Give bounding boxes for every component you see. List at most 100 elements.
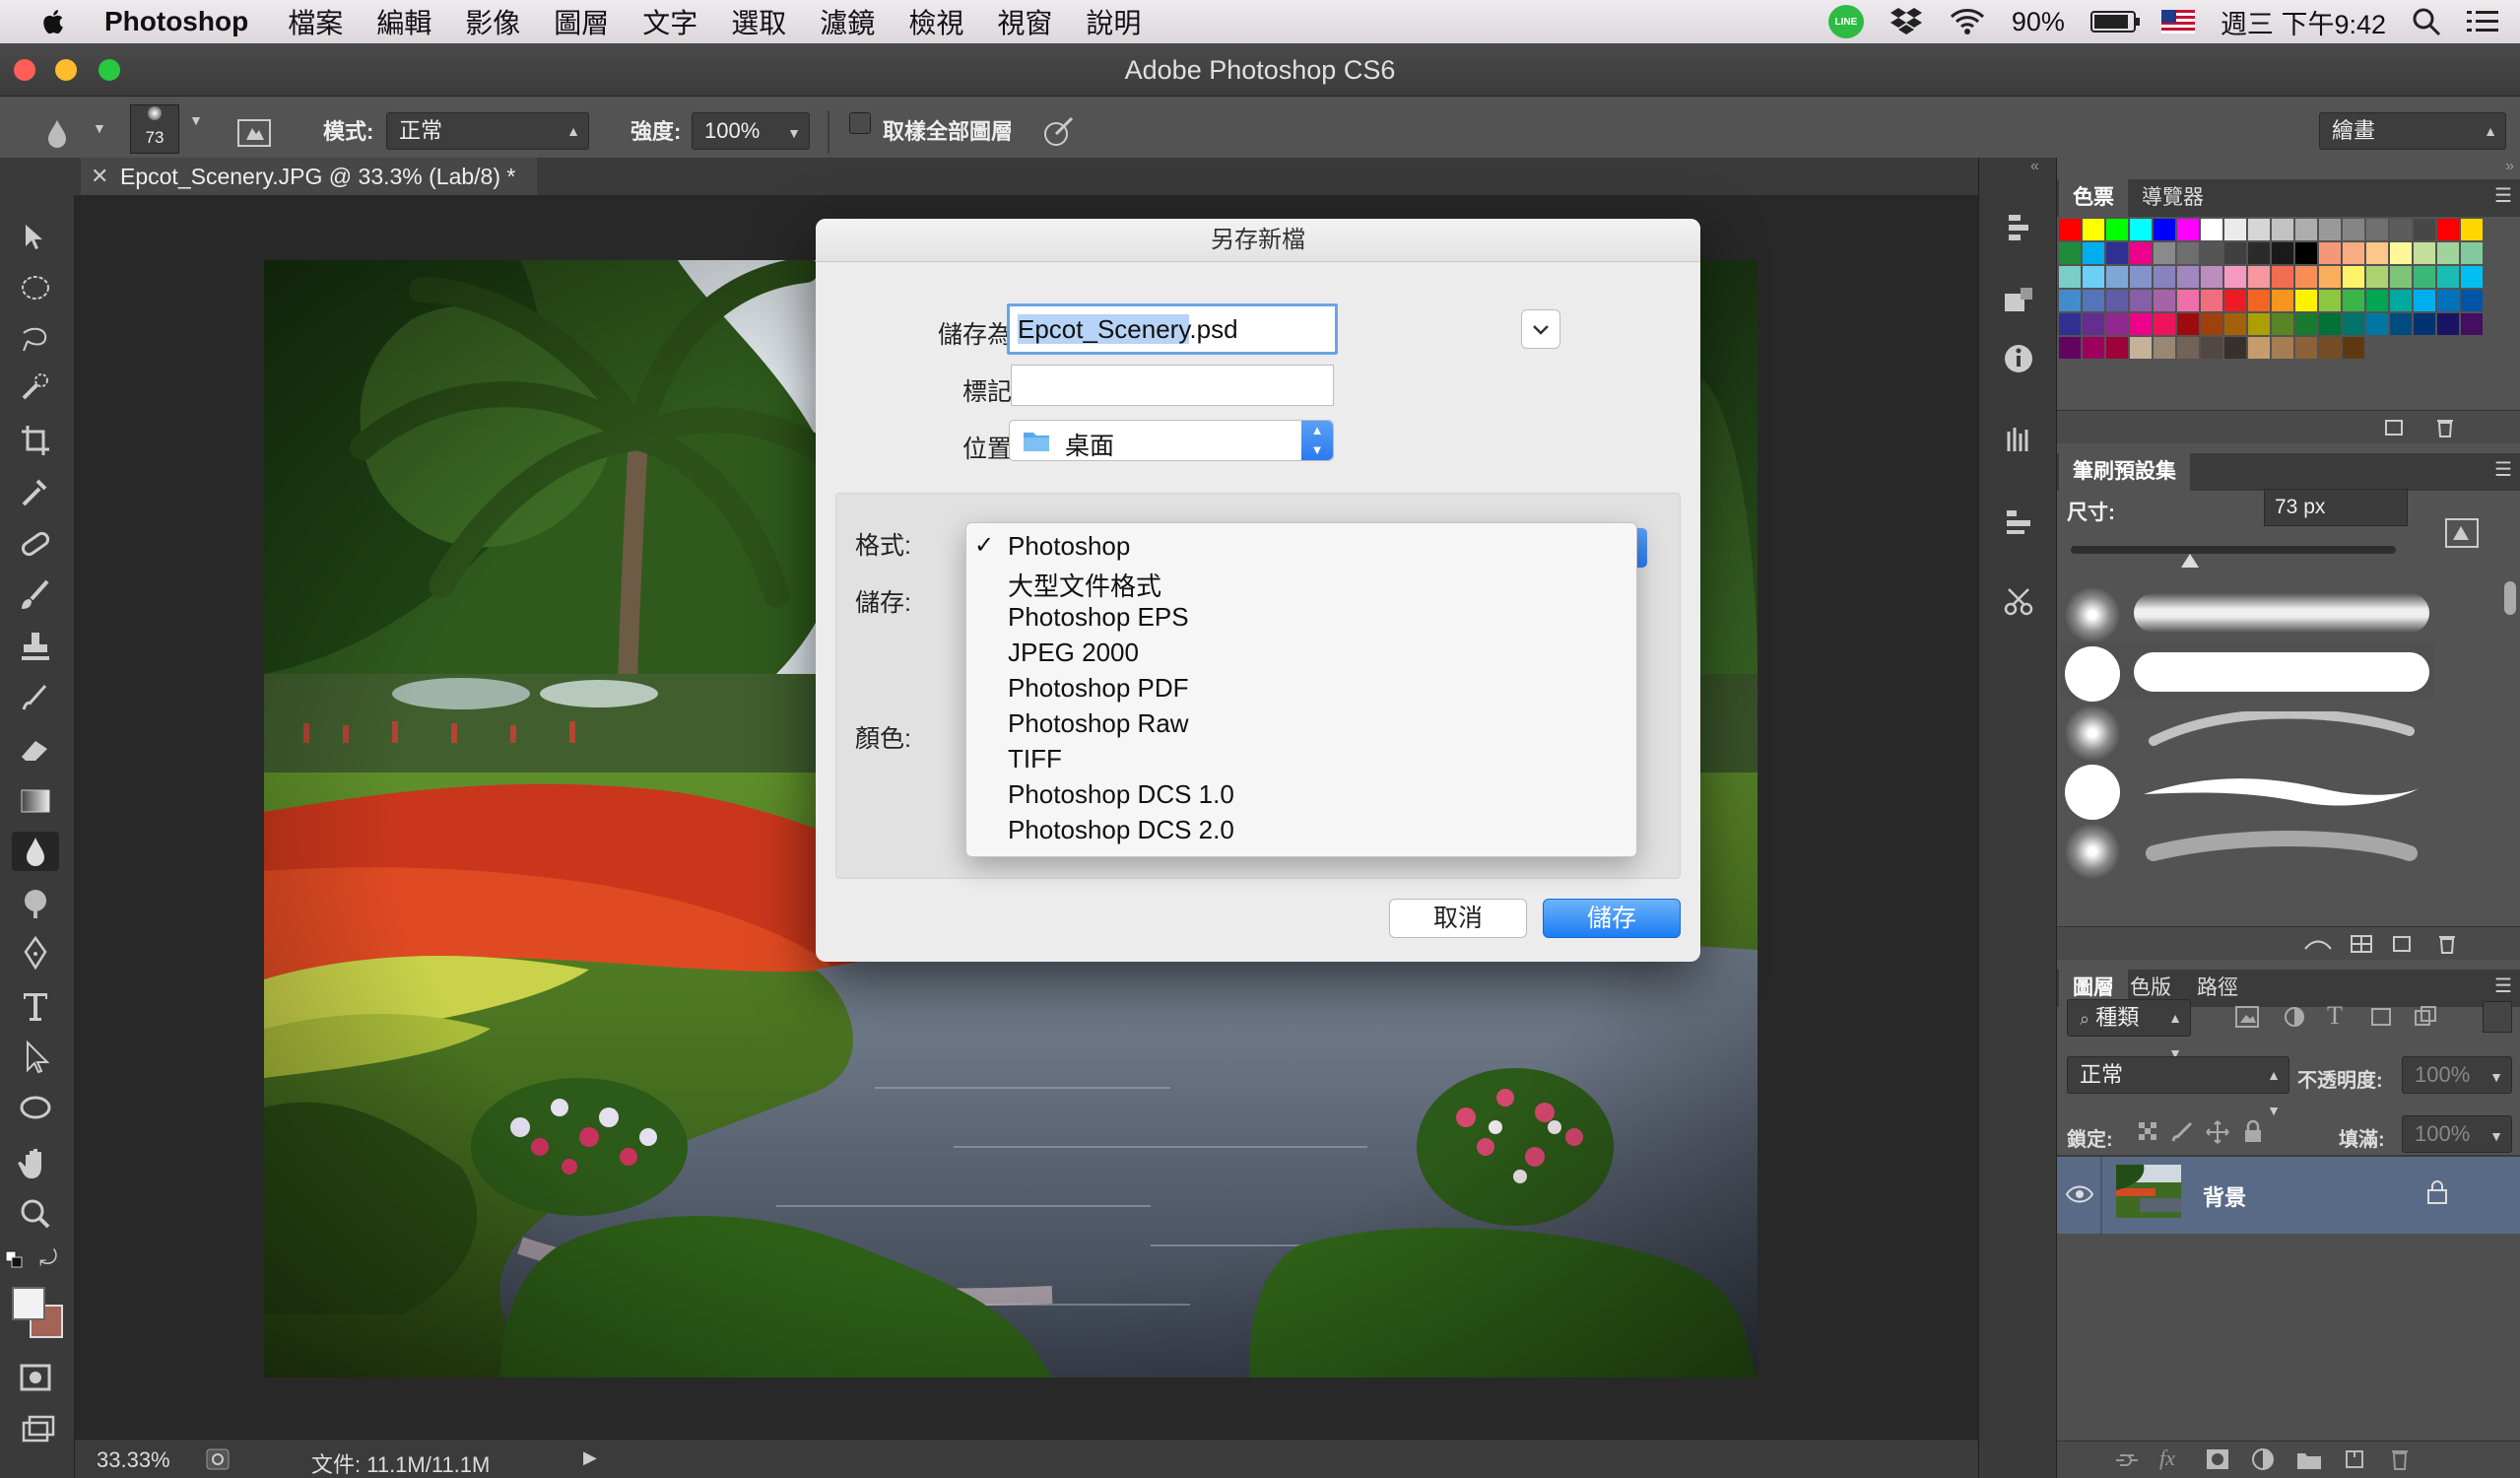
crop-tool-icon[interactable]	[12, 420, 59, 459]
color-swatch[interactable]	[2319, 290, 2341, 311]
flag-icon[interactable]	[2160, 10, 2195, 34]
tab-brush-presets[interactable]: 筆刷預設集	[2059, 453, 2190, 491]
tool-preset-dropdown-icon[interactable]: ▼	[93, 120, 106, 136]
history-brush-tool-icon[interactable]	[12, 678, 59, 717]
color-swatch[interactable]	[2201, 242, 2222, 264]
quick-mask-icon[interactable]	[12, 1358, 59, 1397]
color-swatch[interactable]	[2366, 290, 2388, 311]
adjustment-layer-icon[interactable]	[2250, 1447, 2276, 1471]
status-info-icon[interactable]	[205, 1447, 231, 1471]
blend-mode-select[interactable]: 正常 ▲ ▼	[2067, 1056, 2289, 1118]
location-select[interactable]: 桌面 ▲ ▼	[1009, 420, 1334, 461]
link-layers-icon[interactable]	[2112, 1449, 2142, 1471]
color-swatch[interactable]	[2366, 313, 2388, 335]
color-swatch[interactable]	[2177, 290, 2199, 311]
brush-panel-icon[interactable]	[2001, 422, 2036, 457]
format-option-large-document[interactable]: 大型文件格式	[1008, 567, 1161, 603]
brush-tool-icon[interactable]	[12, 575, 59, 615]
properties-panel-icon[interactable]	[2001, 284, 2036, 319]
workspace-select[interactable]: 繪畫 ▲▼	[2319, 112, 2506, 174]
color-swatch[interactable]	[2224, 290, 2246, 311]
layer-style-fx-icon[interactable]: fx	[2159, 1445, 2175, 1471]
color-swatch[interactable]	[2154, 242, 2175, 264]
menu-image[interactable]: 影像	[465, 2, 520, 41]
format-option-raw[interactable]: Photoshop Raw	[1008, 708, 1189, 739]
strength-input[interactable]: 100% ▼	[692, 112, 810, 150]
color-swatch[interactable]	[2461, 313, 2483, 335]
color-swatch[interactable]	[2154, 290, 2175, 311]
layer-name[interactable]: 背景	[2203, 1180, 2246, 1212]
delete-layer-icon[interactable]	[2388, 1447, 2412, 1471]
clock[interactable]: 週三 下午9:42	[2221, 3, 2386, 41]
color-swatch[interactable]	[2059, 219, 2081, 240]
color-swatch[interactable]	[2083, 266, 2104, 288]
format-option-photoshop[interactable]: Photoshop	[1008, 531, 1130, 562]
color-swatch[interactable]	[2177, 242, 2199, 264]
brush-preset-item[interactable]	[2061, 702, 2435, 761]
color-swatch[interactable]	[2295, 313, 2317, 335]
new-swatch-icon[interactable]	[2382, 417, 2406, 438]
menu-window[interactable]: 視窗	[997, 2, 1052, 41]
color-swatch[interactable]	[2248, 290, 2270, 311]
color-swatch[interactable]	[2319, 242, 2341, 264]
color-swatch[interactable]	[2319, 313, 2341, 335]
color-swatch[interactable]	[2414, 266, 2435, 288]
menu-select[interactable]: 選取	[731, 2, 786, 41]
color-swatch[interactable]	[2437, 242, 2459, 264]
color-swatch[interactable]	[2390, 290, 2412, 311]
eye-icon[interactable]	[2065, 1180, 2094, 1208]
color-swatch[interactable]	[2272, 290, 2293, 311]
color-swatch[interactable]	[2414, 313, 2435, 335]
brush-preset-item[interactable]	[2061, 583, 2435, 642]
color-swatch[interactable]	[2177, 266, 2199, 288]
color-swatch[interactable]	[2059, 337, 2081, 359]
new-layer-icon[interactable]	[2343, 1447, 2366, 1471]
brush-preset-item[interactable]	[2061, 761, 2435, 820]
color-swatch[interactable]	[2437, 313, 2459, 335]
smart-object-filter-icon[interactable]	[2410, 1003, 2439, 1031]
color-swatch[interactable]	[2461, 266, 2483, 288]
color-swatch[interactable]	[2437, 266, 2459, 288]
delete-swatch-icon[interactable]	[2433, 417, 2457, 438]
lock-position-icon[interactable]	[2205, 1119, 2230, 1145]
color-swatch[interactable]	[2295, 242, 2317, 264]
color-swatch[interactable]	[2224, 337, 2246, 359]
color-swatch[interactable]	[2083, 290, 2104, 311]
color-swatch[interactable]	[2390, 219, 2412, 240]
color-swatch[interactable]	[2272, 313, 2293, 335]
color-swatch[interactable]	[2059, 290, 2081, 311]
default-colors-icon[interactable]	[4, 1249, 30, 1273]
color-swatch[interactable]	[2201, 313, 2222, 335]
lock-transparent-icon[interactable]	[2136, 1119, 2161, 1145]
path-selection-tool-icon[interactable]	[12, 1037, 59, 1076]
color-swatch[interactable]	[2414, 242, 2435, 264]
screen-mode-icon[interactable]	[12, 1411, 59, 1450]
mode-select[interactable]: 正常 ▲▼	[386, 112, 589, 174]
color-swatch[interactable]	[2130, 266, 2152, 288]
format-option-dcs1[interactable]: Photoshop DCS 1.0	[1008, 779, 1234, 810]
color-swatch[interactable]	[2224, 242, 2246, 264]
menu-layer[interactable]: 圖層	[554, 2, 609, 41]
history-panel-icon[interactable]	[2001, 209, 2036, 244]
marquee-tool-icon[interactable]	[12, 268, 59, 307]
right-dock-expand-icon[interactable]: »	[2505, 158, 2514, 175]
format-option-pdf[interactable]: Photoshop PDF	[1008, 673, 1189, 704]
color-swatch[interactable]	[2248, 337, 2270, 359]
color-swatch[interactable]	[2343, 242, 2364, 264]
sample-all-layers-checkbox[interactable]	[849, 112, 871, 134]
color-swatch[interactable]	[2248, 313, 2270, 335]
dodge-tool-icon[interactable]	[12, 883, 59, 922]
color-swatch[interactable]	[2319, 266, 2341, 288]
menu-view[interactable]: 檢視	[908, 2, 963, 41]
lasso-tool-icon[interactable]	[12, 319, 59, 359]
color-swatch[interactable]	[2106, 337, 2128, 359]
color-swatch[interactable]	[2154, 337, 2175, 359]
color-swatch[interactable]	[2154, 266, 2175, 288]
document-tab[interactable]: Epcot_Scenery.JPG @ 33.3% (Lab/8) *	[81, 158, 538, 195]
color-swatch[interactable]	[2461, 290, 2483, 311]
format-option-dcs2[interactable]: Photoshop DCS 2.0	[1008, 815, 1234, 845]
color-swatch[interactable]	[2154, 219, 2175, 240]
color-swatch[interactable]	[2414, 219, 2435, 240]
brush-grid-icon[interactable]	[2349, 933, 2374, 955]
color-swatch[interactable]	[2461, 242, 2483, 264]
